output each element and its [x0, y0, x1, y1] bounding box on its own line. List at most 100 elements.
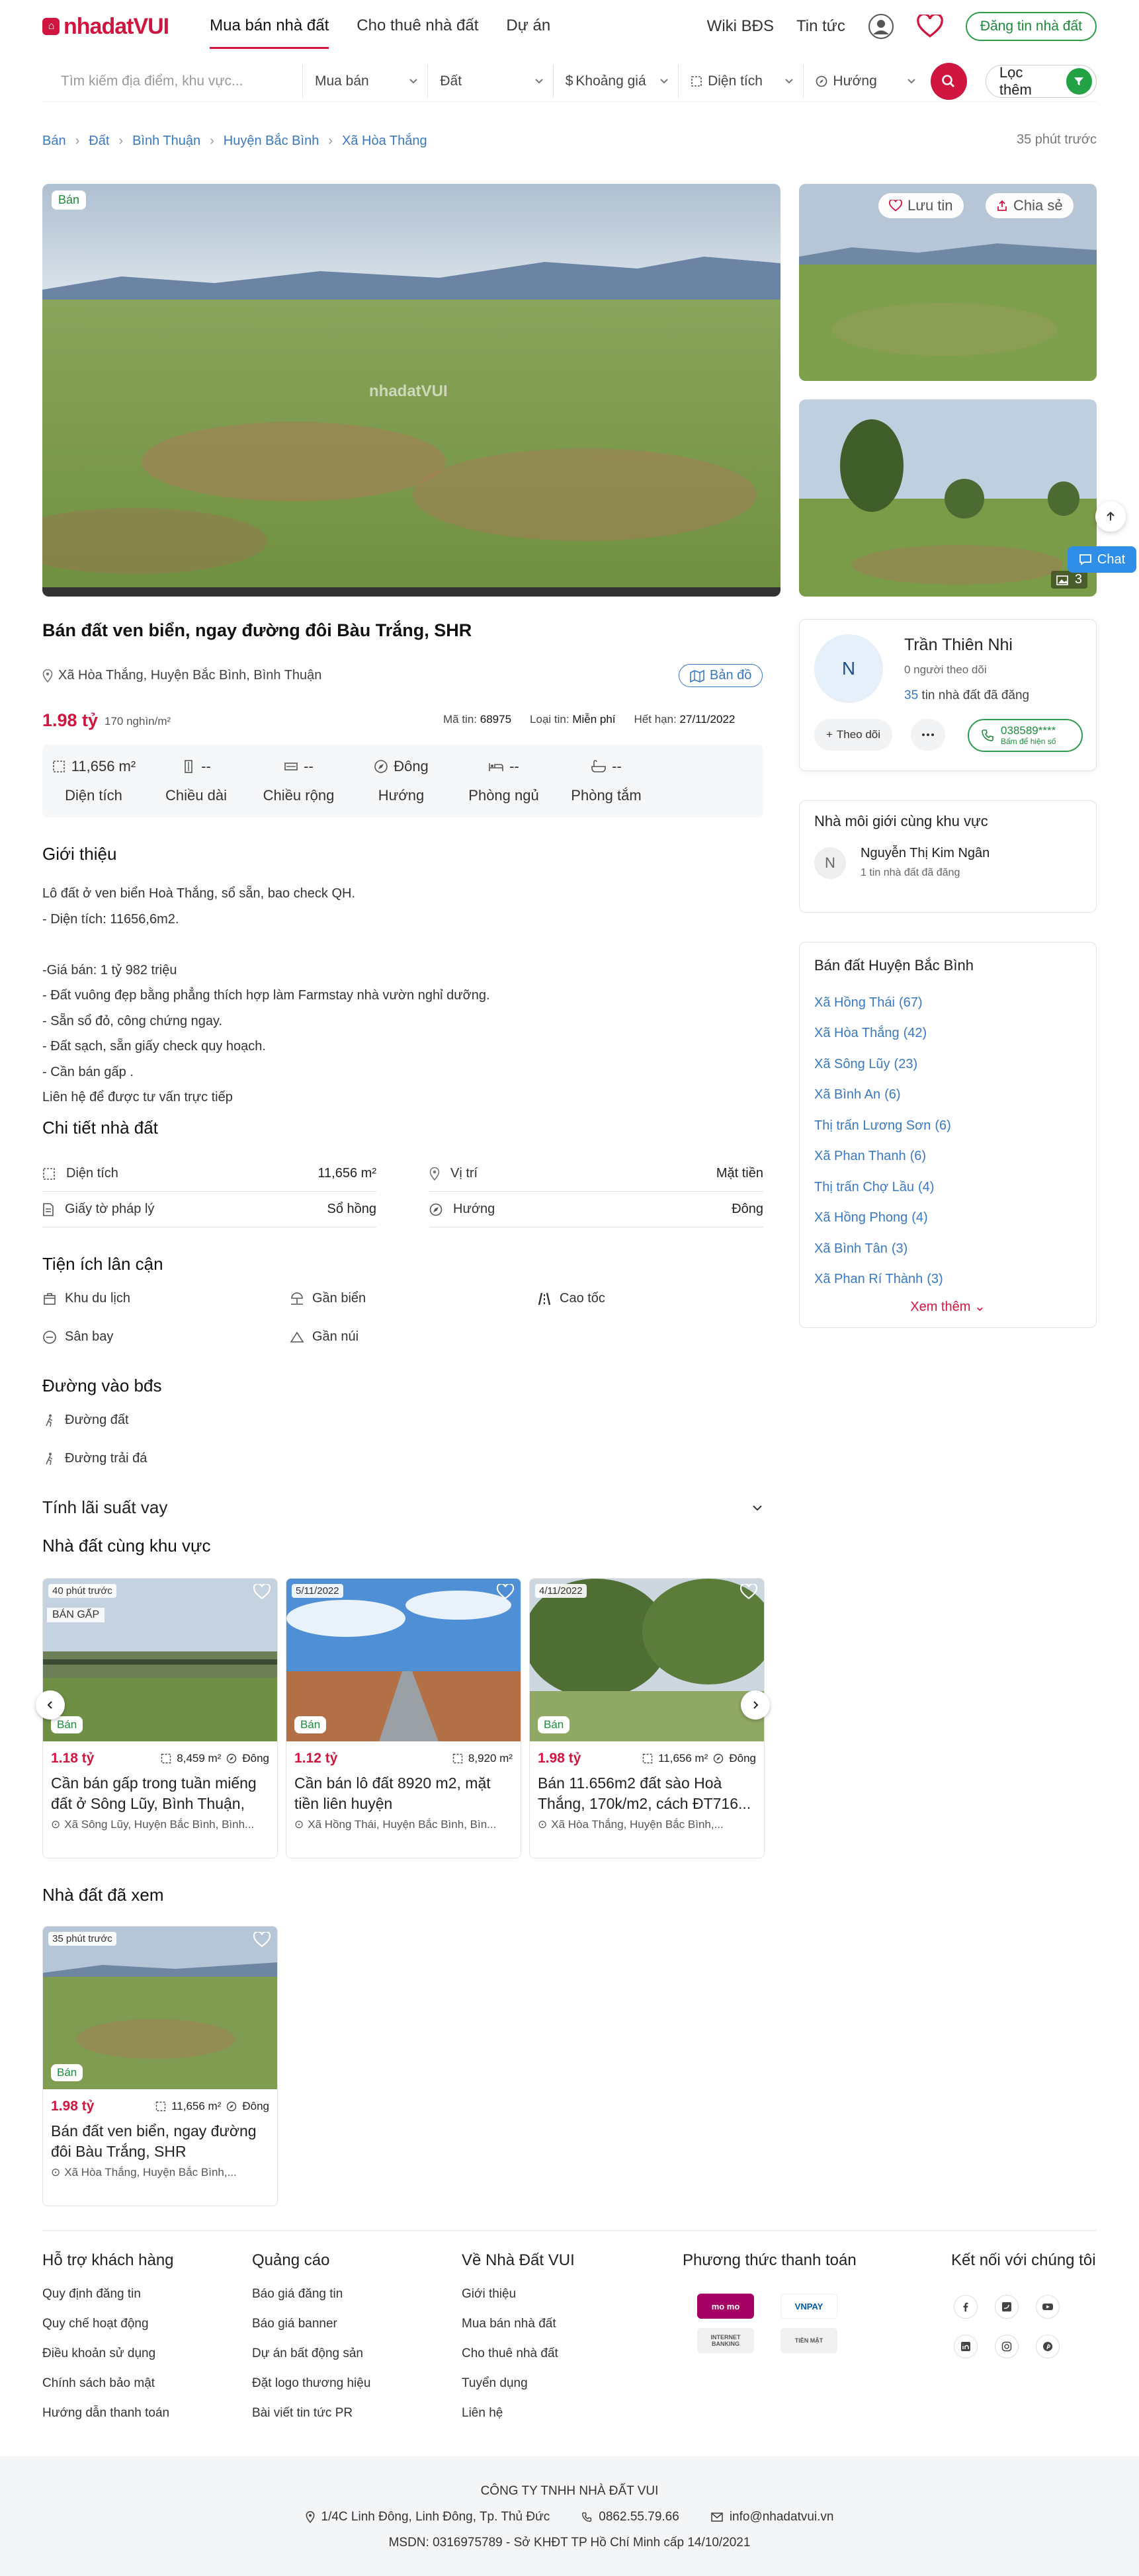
- nav-projects[interactable]: Dự án: [506, 5, 550, 49]
- scroll-top-button[interactable]: [1095, 501, 1126, 532]
- main-photo[interactable]: Bán nhadatVUI: [42, 184, 780, 597]
- heart-icon: [889, 200, 902, 212]
- heart-icon[interactable]: [253, 1932, 271, 1948]
- area-link[interactable]: Xã Sông Lũy (23): [814, 1049, 951, 1080]
- linkedin-icon[interactable]: [954, 2335, 978, 2358]
- footer-link[interactable]: Bài viết tin tức PR: [252, 2406, 370, 2436]
- footer-link[interactable]: Cho thuê nhà đất: [462, 2347, 575, 2376]
- area-link[interactable]: Thị trấn Chợ Lầu (4): [814, 1172, 951, 1203]
- footer-link[interactable]: Điều khoản sử dụng: [42, 2347, 174, 2376]
- broker-name[interactable]: Nguyễn Thị Kim Ngân: [861, 846, 990, 861]
- breadcrumb-item[interactable]: Xã Hòa Thắng: [342, 134, 427, 149]
- site-logo[interactable]: ⌂ nhadatVUI: [42, 14, 169, 40]
- carousel-next-button[interactable]: [741, 1690, 770, 1720]
- area-links: Bán đất Huyện Bắc Bình Xã Hồng Thái (67) …: [799, 942, 1097, 1328]
- area-link[interactable]: Xã Hòa Thắng (42): [814, 1018, 951, 1050]
- show-phone-button[interactable]: 038589**** Bấm để hiện số: [968, 719, 1083, 752]
- area-link[interactable]: Xã Bình An (6): [814, 1080, 951, 1111]
- post-listing-button[interactable]: Đăng tin nhà đất: [965, 12, 1097, 41]
- side-photo[interactable]: 3: [799, 399, 1097, 597]
- location-pin-icon: [42, 669, 53, 683]
- area-link[interactable]: Xã Hồng Thái (67): [814, 987, 951, 1018]
- area-link[interactable]: Xã Bình Tân (3): [814, 1233, 951, 1265]
- area-link[interactable]: Xã Phan Thanh (6): [814, 1142, 951, 1173]
- listing-card[interactable]: 35 phút trước Bán 1.98 tỷ 11,656 m² Đông …: [42, 1926, 278, 2206]
- save-listing-button[interactable]: Lưu tin: [878, 193, 964, 218]
- breadcrumb-item[interactable]: Huyện Bắc Bình: [224, 134, 319, 149]
- more-options-button[interactable]: [911, 719, 945, 751]
- user-icon[interactable]: [868, 13, 894, 40]
- heart-icon[interactable]: [740, 1584, 757, 1600]
- breadcrumb-item[interactable]: Bình Thuận: [132, 134, 200, 149]
- footer-link[interactable]: Mua bán nhà đất: [462, 2317, 575, 2347]
- nav-buy-sell[interactable]: Mua bán nhà đất: [210, 5, 329, 49]
- breadcrumb-item[interactable]: Đất: [89, 134, 109, 149]
- momo-logo: mo mo: [697, 2294, 754, 2319]
- chat-button[interactable]: Chat: [1068, 546, 1136, 573]
- area-link[interactable]: Xã Phan Rí Thành (3): [814, 1265, 951, 1296]
- nav-news[interactable]: Tin tức: [796, 17, 845, 36]
- company-phone[interactable]: 0862.55.79.66: [599, 2510, 679, 2524]
- footer-link[interactable]: Hướng dẫn thanh toán: [42, 2406, 174, 2436]
- facebook-icon[interactable]: [954, 2295, 978, 2319]
- footer-link[interactable]: Báo giá banner: [252, 2317, 370, 2347]
- footer-link[interactable]: Quy chế hoạt động: [42, 2317, 174, 2347]
- youtube-icon[interactable]: [1036, 2295, 1060, 2319]
- loan-calculator-toggle[interactable]: Tính lãi suất vay: [42, 1497, 763, 1518]
- heart-icon[interactable]: [497, 1584, 514, 1600]
- direction-select[interactable]: Hướng: [804, 65, 925, 98]
- footer-link[interactable]: Dự án bất động sản: [252, 2347, 370, 2376]
- area-select[interactable]: Diện tích: [679, 64, 804, 98]
- phone-icon: [581, 2512, 592, 2522]
- area-icon: [691, 75, 702, 87]
- listing-card[interactable]: 40 phút trước BÁN GẤP Bán 1.18 tỷ 8,459 …: [42, 1578, 278, 1858]
- side-photo[interactable]: Lưu tin Chia sẻ: [799, 184, 1097, 381]
- footer-link[interactable]: Báo giá đăng tin: [252, 2287, 370, 2317]
- nav-wiki[interactable]: Wiki BĐS: [707, 17, 774, 36]
- agent-name[interactable]: Trần Thiên Nhi: [904, 636, 1013, 655]
- company-email[interactable]: info@nhadatvui.vn: [730, 2510, 834, 2524]
- road-item: Đường đất: [42, 1413, 129, 1428]
- type-select[interactable]: Mua bán: [303, 64, 429, 98]
- card-badge: Bán: [51, 1716, 83, 1733]
- footer-link[interactable]: Quy định đăng tin: [42, 2287, 174, 2317]
- avatar[interactable]: N: [814, 634, 883, 703]
- area-link[interactable]: Xã Hồng Phong (4): [814, 1203, 951, 1234]
- map-button[interactable]: Bản đồ: [679, 664, 763, 687]
- footer-link[interactable]: Giới thiệu: [462, 2287, 575, 2317]
- area-link[interactable]: Thị trấn Lương Sơn (6): [814, 1110, 951, 1142]
- share-button[interactable]: Chia sẻ: [986, 193, 1074, 218]
- card-title: Cần bán lô đất 8920 m2, mặt tiền liên hu…: [294, 1774, 491, 1812]
- urgent-tag: BÁN GẤP: [47, 1608, 105, 1622]
- twitter-icon[interactable]: [995, 2295, 1019, 2319]
- footer-link[interactable]: Tuyển dụng: [462, 2376, 575, 2406]
- category-select[interactable]: Đất: [428, 64, 554, 98]
- search-input[interactable]: Tìm kiếm địa điểm, khu vực...: [42, 64, 303, 98]
- avatar[interactable]: N: [814, 847, 846, 879]
- follow-button[interactable]: + Theo dõi: [814, 719, 892, 751]
- price-per-m2: 170 nghìn/m²: [105, 715, 171, 727]
- price-select[interactable]: $ Khoảng giá: [554, 64, 679, 98]
- company-contacts: 1/4C Linh Đông, Linh Đông, Tp. Thủ Đức 0…: [0, 2510, 1139, 2524]
- listing-card[interactable]: 5/11/2022 Bán 1.12 tỷ 8,920 m² Cần bán l…: [286, 1578, 521, 1858]
- footer-link[interactable]: Đặt logo thương hiệu: [252, 2376, 370, 2406]
- see-more-link[interactable]: Xem thêm ⌄: [800, 1298, 1096, 1315]
- breadcrumb-item[interactable]: Bán: [42, 134, 66, 149]
- chevron-right-icon: ›: [210, 134, 214, 148]
- listing-card[interactable]: 4/11/2022 Bán 1.98 tỷ 11,656 m² Đông Bán …: [529, 1578, 765, 1858]
- instagram-icon[interactable]: [995, 2335, 1019, 2358]
- location-pin-icon: ⊙: [51, 2166, 61, 2179]
- more-filters-button[interactable]: Lọc thêm: [985, 64, 1097, 98]
- pinterest-icon[interactable]: [1036, 2335, 1060, 2358]
- spec-item: -- Chiều dài: [165, 758, 227, 804]
- card-address: Xã Hòa Thắng, Huyện Bắc Bình,...: [64, 2166, 237, 2179]
- chat-icon: [1079, 553, 1092, 566]
- carousel-prev-button[interactable]: [36, 1690, 65, 1720]
- photo-count[interactable]: 3: [1050, 571, 1087, 589]
- footer-link[interactable]: Chính sách bảo mật: [42, 2376, 174, 2406]
- nav-rent[interactable]: Cho thuê nhà đất: [357, 5, 478, 49]
- heart-icon[interactable]: [253, 1584, 271, 1600]
- heart-icon[interactable]: [917, 15, 943, 38]
- search-button[interactable]: [930, 62, 967, 100]
- footer-link[interactable]: Liên hệ: [462, 2406, 575, 2436]
